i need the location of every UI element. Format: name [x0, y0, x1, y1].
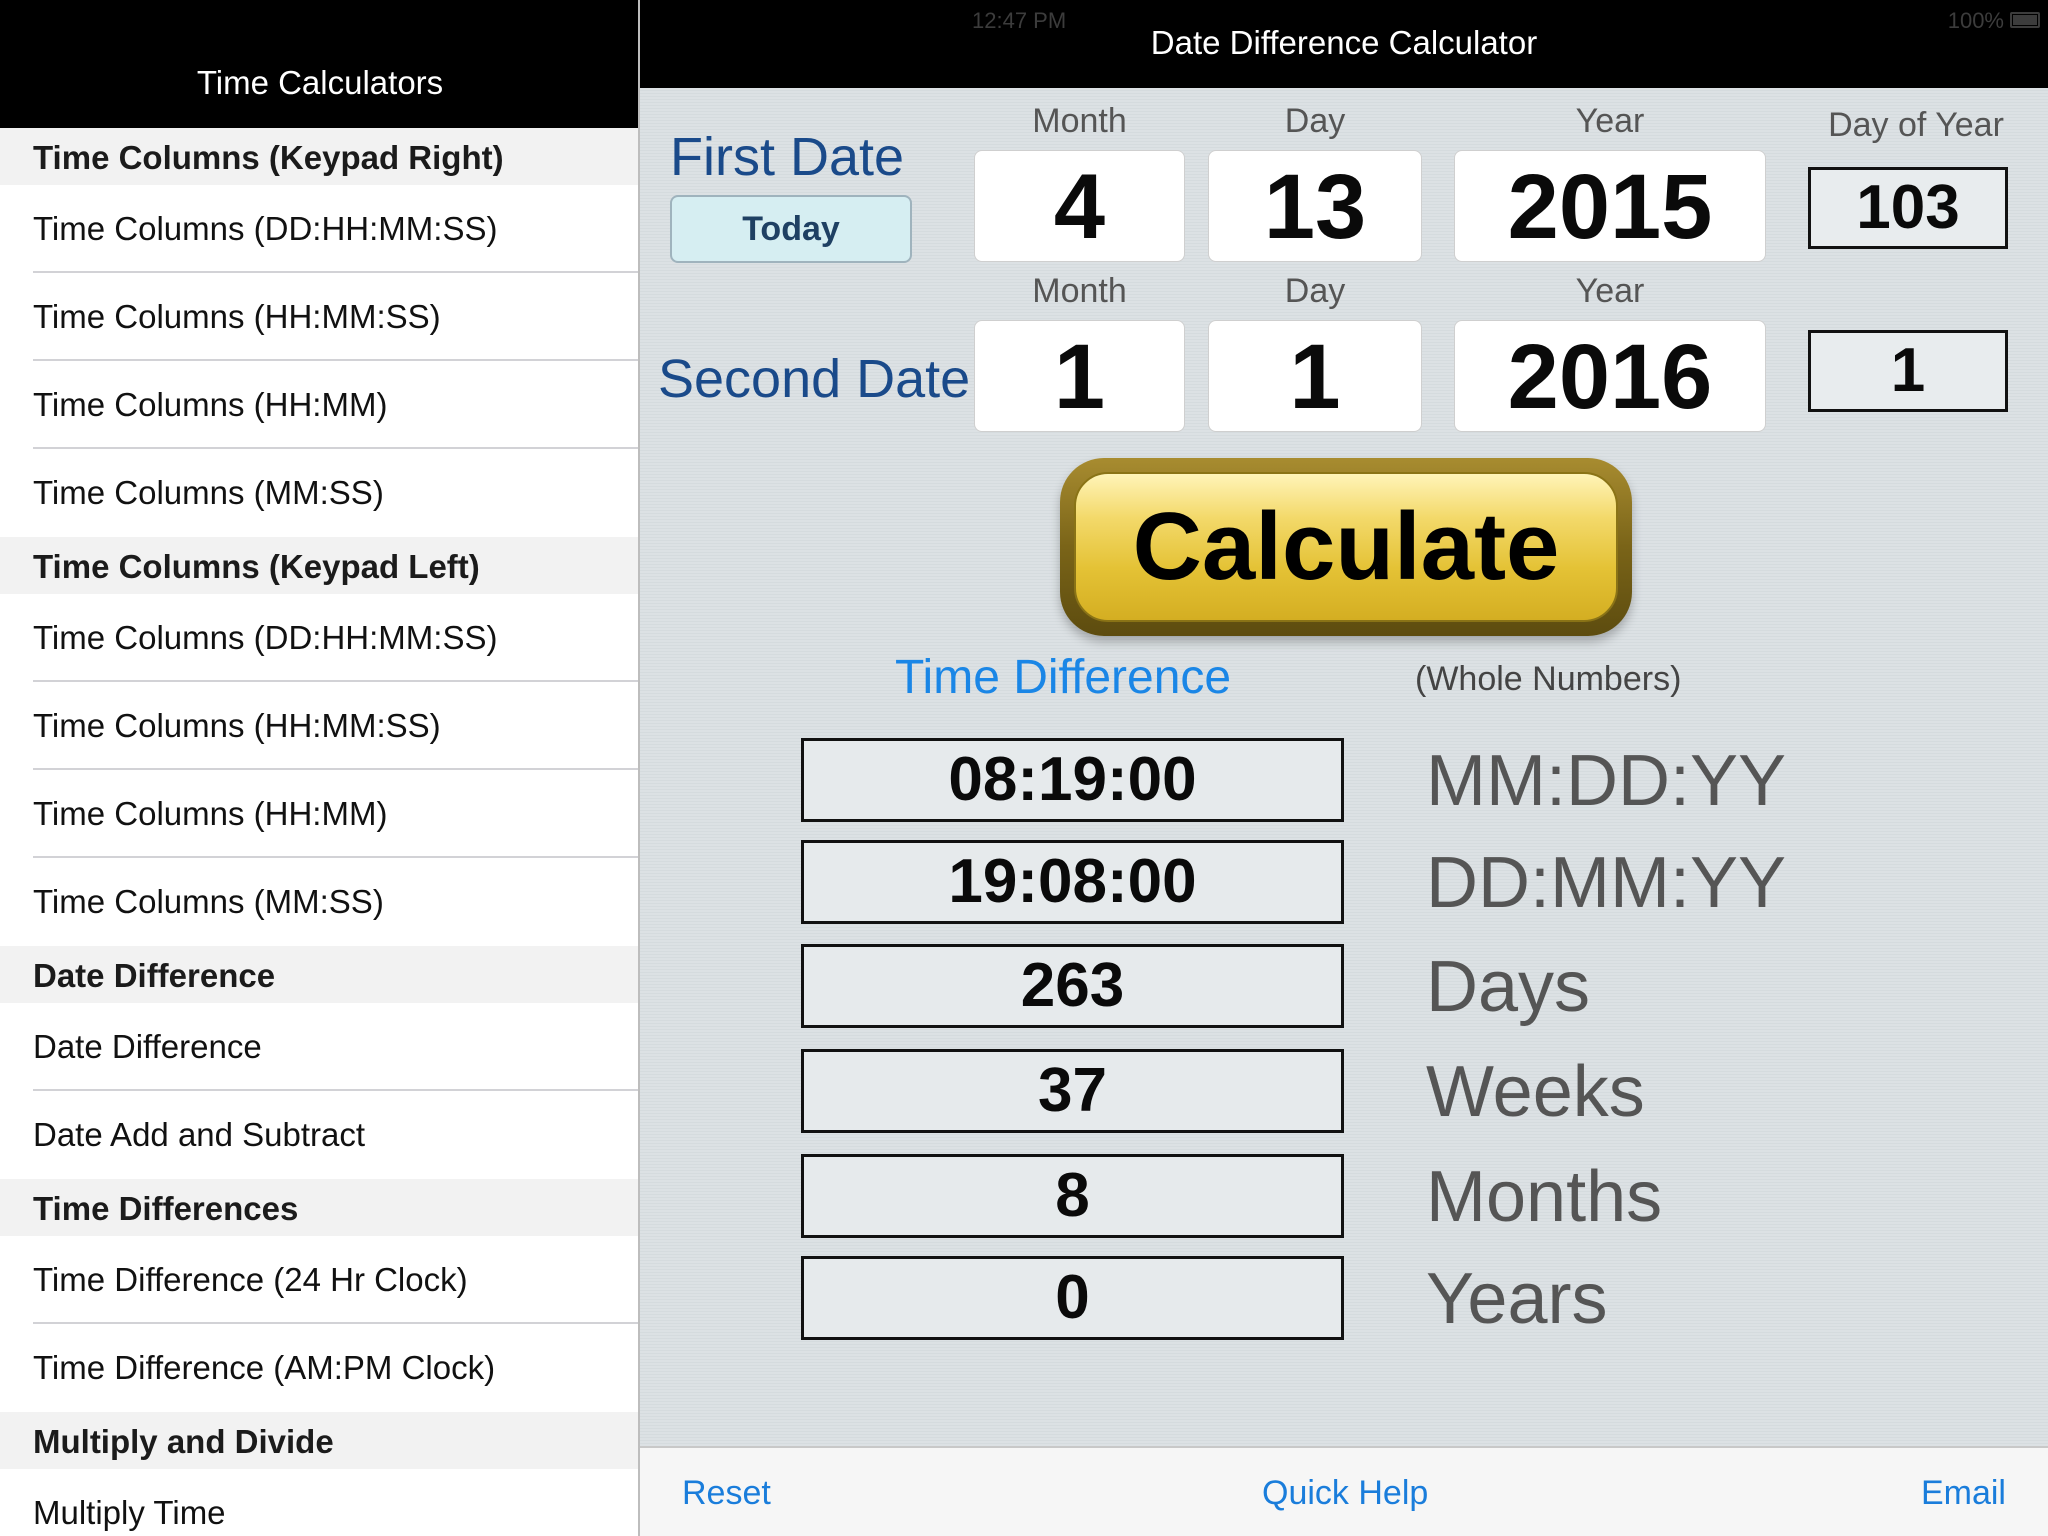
- result-unit-days: Days: [1426, 947, 1591, 1027]
- section-header-keypad-right: Time Columns (Keypad Right): [0, 128, 640, 185]
- reset-button[interactable]: Reset: [682, 1474, 771, 1513]
- sidebar-list: Time Columns (Keypad Right) Time Columns…: [0, 128, 640, 1536]
- second-day-field[interactable]: 1: [1208, 320, 1422, 432]
- second-year-field[interactable]: 2016: [1454, 320, 1766, 432]
- result-unit-weeks: Weeks: [1426, 1052, 1645, 1132]
- list-item[interactable]: Time Columns (MM:SS): [0, 449, 640, 537]
- list-item[interactable]: Time Columns (DD:HH:MM:SS): [0, 185, 640, 273]
- list-item[interactable]: Time Difference (AM:PM Clock): [0, 1324, 640, 1412]
- list-item[interactable]: Time Columns (HH:MM): [0, 770, 640, 858]
- list-item[interactable]: Time Columns (DD:HH:MM:SS): [0, 594, 640, 682]
- result-mmddyy: 08:19:00: [801, 738, 1344, 822]
- email-button[interactable]: Email: [1921, 1474, 2006, 1513]
- first-day-field[interactable]: 13: [1208, 150, 1422, 262]
- second-day-of-year: 1: [1808, 330, 2008, 412]
- list-item[interactable]: Time Difference (24 Hr Clock): [0, 1236, 640, 1324]
- year-label: Year: [1575, 272, 1645, 310]
- result-weeks: 37: [801, 1049, 1344, 1133]
- sidebar: Time Calculators Time Columns (Keypad Ri…: [0, 0, 640, 1536]
- result-months: 8: [801, 1154, 1344, 1238]
- first-date-label: First Date: [670, 127, 905, 187]
- result-ddmmyy: 19:08:00: [801, 840, 1344, 924]
- month-label: Month: [1032, 272, 1127, 310]
- result-unit-ddmmyy: DD:MM:YY: [1426, 843, 1786, 923]
- first-month-field[interactable]: 4: [974, 150, 1185, 262]
- second-date-label: Second Date: [658, 349, 971, 409]
- section-header-multiply-divide: Multiply and Divide: [0, 1412, 640, 1469]
- list-item[interactable]: Time Columns (HH:MM:SS): [0, 682, 640, 770]
- page-title: Date Difference Calculator: [1150, 24, 1538, 61]
- result-years: 0: [801, 1256, 1344, 1340]
- time-difference-label: Time Difference: [895, 651, 1232, 704]
- calculate-button-label: Calculate: [1074, 472, 1618, 622]
- whole-numbers-label: (Whole Numbers): [1415, 660, 1682, 698]
- bottom-toolbar: Reset Quick Help Email: [640, 1446, 2048, 1536]
- result-days: 263: [801, 944, 1344, 1028]
- result-unit-months: Months: [1426, 1157, 1663, 1237]
- result-unit-years: Years: [1426, 1259, 1608, 1339]
- section-header-keypad-left: Time Columns (Keypad Left): [0, 537, 640, 594]
- quick-help-button[interactable]: Quick Help: [1262, 1474, 1428, 1513]
- first-day-of-year: 103: [1808, 167, 2008, 249]
- sidebar-title: Time Calculators: [196, 64, 444, 101]
- day-label: Day: [1284, 272, 1346, 310]
- list-item[interactable]: Time Columns (MM:SS): [0, 858, 640, 946]
- first-year-field[interactable]: 2015: [1454, 150, 1766, 262]
- list-item[interactable]: Time Columns (HH:MM:SS): [0, 273, 640, 361]
- nav-bar: 12:47 PM 100% Date Difference Calculator: [640, 0, 2048, 88]
- section-header-time-differences: Time Differences: [0, 1179, 640, 1236]
- calculator-content: First Date Today Month Day Year Day of Y…: [640, 88, 2048, 1446]
- section-header-date-difference: Date Difference: [0, 946, 640, 1003]
- result-unit-mmddyy: MM:DD:YY: [1426, 741, 1786, 821]
- detail-pane: 12:47 PM 100% Date Difference Calculator…: [640, 0, 2048, 1536]
- year-label: Year: [1575, 102, 1645, 140]
- today-button[interactable]: Today: [670, 195, 912, 263]
- list-item[interactable]: Multiply Time: [0, 1469, 640, 1536]
- list-item[interactable]: Time Columns (HH:MM): [0, 361, 640, 449]
- sidebar-header: Time Calculators: [0, 0, 640, 128]
- list-item[interactable]: Date Add and Subtract: [0, 1091, 640, 1179]
- second-month-field[interactable]: 1: [974, 320, 1185, 432]
- day-label: Day: [1284, 102, 1346, 140]
- calculate-button[interactable]: Calculate: [1060, 458, 1632, 636]
- day-of-year-label: Day of Year: [1828, 106, 2004, 144]
- list-item[interactable]: Date Difference: [0, 1003, 640, 1091]
- month-label: Month: [1032, 102, 1127, 140]
